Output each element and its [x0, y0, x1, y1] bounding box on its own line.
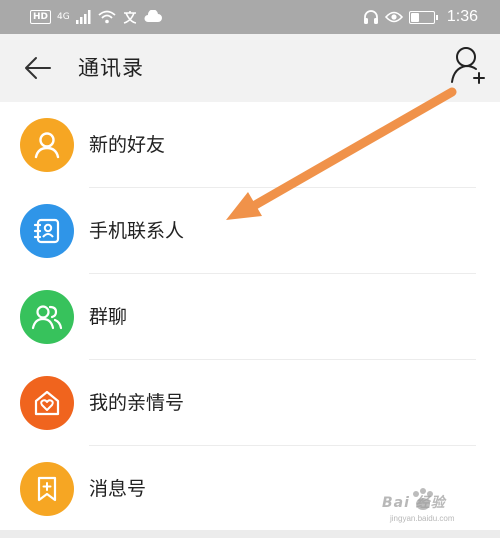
bookmark-plus-icon [37, 476, 57, 502]
baidu-watermark: Bai 经验 jingyan.baidu.com [362, 486, 492, 532]
eye-icon [384, 11, 403, 23]
item-icon-badge [20, 204, 74, 258]
item-icon-badge [20, 376, 74, 430]
hd-badge: HD [30, 10, 52, 24]
list-item-phone-contacts[interactable]: 手机联系人 [0, 188, 500, 274]
person-icon [34, 132, 60, 159]
watermark-url: jingyan.baidu.com [390, 514, 455, 523]
add-contact-button[interactable] [446, 44, 490, 88]
network-label: 4G [57, 12, 70, 22]
add-person-icon [451, 47, 485, 84]
signal-icon [75, 10, 91, 24]
watermark-text: Bai 经验 [382, 495, 446, 511]
clock: 1:36 [446, 8, 478, 25]
status-bar: HD 4G 1:36 [0, 0, 500, 34]
list-item-group-chat[interactable]: 群聊 [0, 274, 500, 360]
wifi-icon [98, 10, 116, 24]
page-title: 通讯录 [78, 56, 144, 80]
list-item-label: 新的好友 [89, 134, 166, 156]
contacts-menu-list: 新的好友 手机联系人 群聊 我的亲情号 消息号 [0, 102, 500, 532]
list-item-label: 手机联系人 [89, 220, 185, 242]
translate-icon [123, 11, 136, 24]
battery-level [410, 12, 420, 22]
back-button[interactable] [20, 52, 56, 84]
cloud-icon [144, 10, 162, 22]
item-icon-badge [20, 290, 74, 344]
list-item-family-number[interactable]: 我的亲情号 [0, 360, 500, 446]
list-item-label: 我的亲情号 [89, 392, 185, 414]
contact-book-icon [33, 218, 60, 244]
heart-home-icon [34, 390, 60, 416]
app-header: 通讯录 [0, 34, 500, 102]
back-arrow-icon [25, 57, 51, 79]
list-item-label: 消息号 [89, 478, 147, 500]
item-icon-badge [20, 118, 74, 172]
list-item-label: 群聊 [89, 306, 128, 328]
list-item-new-friends[interactable]: 新的好友 [0, 102, 500, 188]
battery-icon [408, 10, 438, 24]
status-left: HD 4G [30, 10, 162, 24]
status-right: 1:36 [363, 8, 478, 26]
item-icon-badge [20, 462, 74, 516]
headset-icon [363, 10, 378, 24]
group-icon [31, 305, 63, 330]
